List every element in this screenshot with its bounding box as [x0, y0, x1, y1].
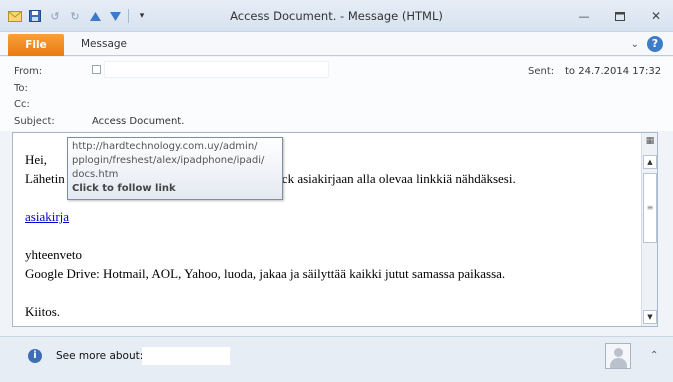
- zoom-icon[interactable]: ▦: [643, 136, 657, 150]
- tooltip-url-line-2: pplogin/freshest/alex/ipadphone/ipadi/: [72, 155, 265, 166]
- info-icon: i: [28, 349, 42, 363]
- people-pane: i See more about: ⌃: [0, 336, 673, 382]
- close-icon[interactable]: ✕: [647, 8, 665, 24]
- scroll-thumb[interactable]: ≡: [643, 173, 657, 243]
- tab-file[interactable]: File: [8, 34, 64, 56]
- sent-label: Sent:: [528, 66, 555, 77]
- thanks-text: Kiitos.: [25, 304, 61, 319]
- to-label: To:: [14, 83, 28, 94]
- sent-value: to 24.7.2014 17:32: [565, 66, 662, 77]
- from-label: From:: [14, 66, 43, 77]
- from-value: [104, 61, 329, 78]
- window-title: Access Document. - Message (HTML): [230, 9, 443, 23]
- expand-pane-icon[interactable]: ⌃: [650, 350, 658, 361]
- title-bar: ↺ ↻ ▾ Access Document. - Message (HTML) …: [0, 0, 673, 32]
- window-controls: — ✕: [575, 8, 665, 24]
- tooltip-url-line-3: docs.htm: [72, 169, 119, 180]
- link-line: asiakirja: [25, 207, 516, 226]
- collapse-ribbon-icon[interactable]: ⌄: [631, 39, 639, 50]
- tooltip-follow-text: Click to follow link: [72, 183, 176, 194]
- tooltip-url-line-1: http://hardtechnology.com.uy/admin/: [72, 141, 258, 152]
- cc-label: Cc:: [14, 99, 30, 110]
- scroll-down-button[interactable]: ▼: [643, 310, 657, 324]
- help-icon[interactable]: ?: [647, 36, 663, 52]
- sender-checkbox[interactable]: [92, 65, 101, 74]
- minimize-icon[interactable]: —: [575, 8, 593, 24]
- see-more-label: See more about:: [56, 350, 144, 362]
- document-link[interactable]: asiakirja: [25, 209, 69, 224]
- vertical-scrollbar[interactable]: ▦ ▲ ≡ ▼: [641, 133, 657, 326]
- maximize-icon[interactable]: [611, 8, 629, 24]
- tab-message[interactable]: Message: [81, 38, 127, 50]
- avatar[interactable]: [605, 343, 631, 369]
- ribbon-tabs: File Message ⌄ ?: [0, 32, 673, 56]
- closing-text: Google Drive: Hotmail, AOL, Yahoo, luoda…: [25, 266, 506, 281]
- scroll-up-button[interactable]: ▲: [643, 155, 657, 169]
- subject-label: Subject:: [14, 116, 55, 127]
- message-header: From: Sent: to 24.7.2014 17:32 To: Cc: S…: [0, 57, 673, 131]
- subject-value: Access Document.: [92, 116, 185, 127]
- link-tooltip: http://hardtechnology.com.uy/admin/ pplo…: [67, 137, 283, 200]
- see-more-value: [142, 347, 230, 365]
- body-line-1-start: Lähetin: [25, 171, 65, 186]
- closing-title: yhteenveto: [25, 247, 83, 262]
